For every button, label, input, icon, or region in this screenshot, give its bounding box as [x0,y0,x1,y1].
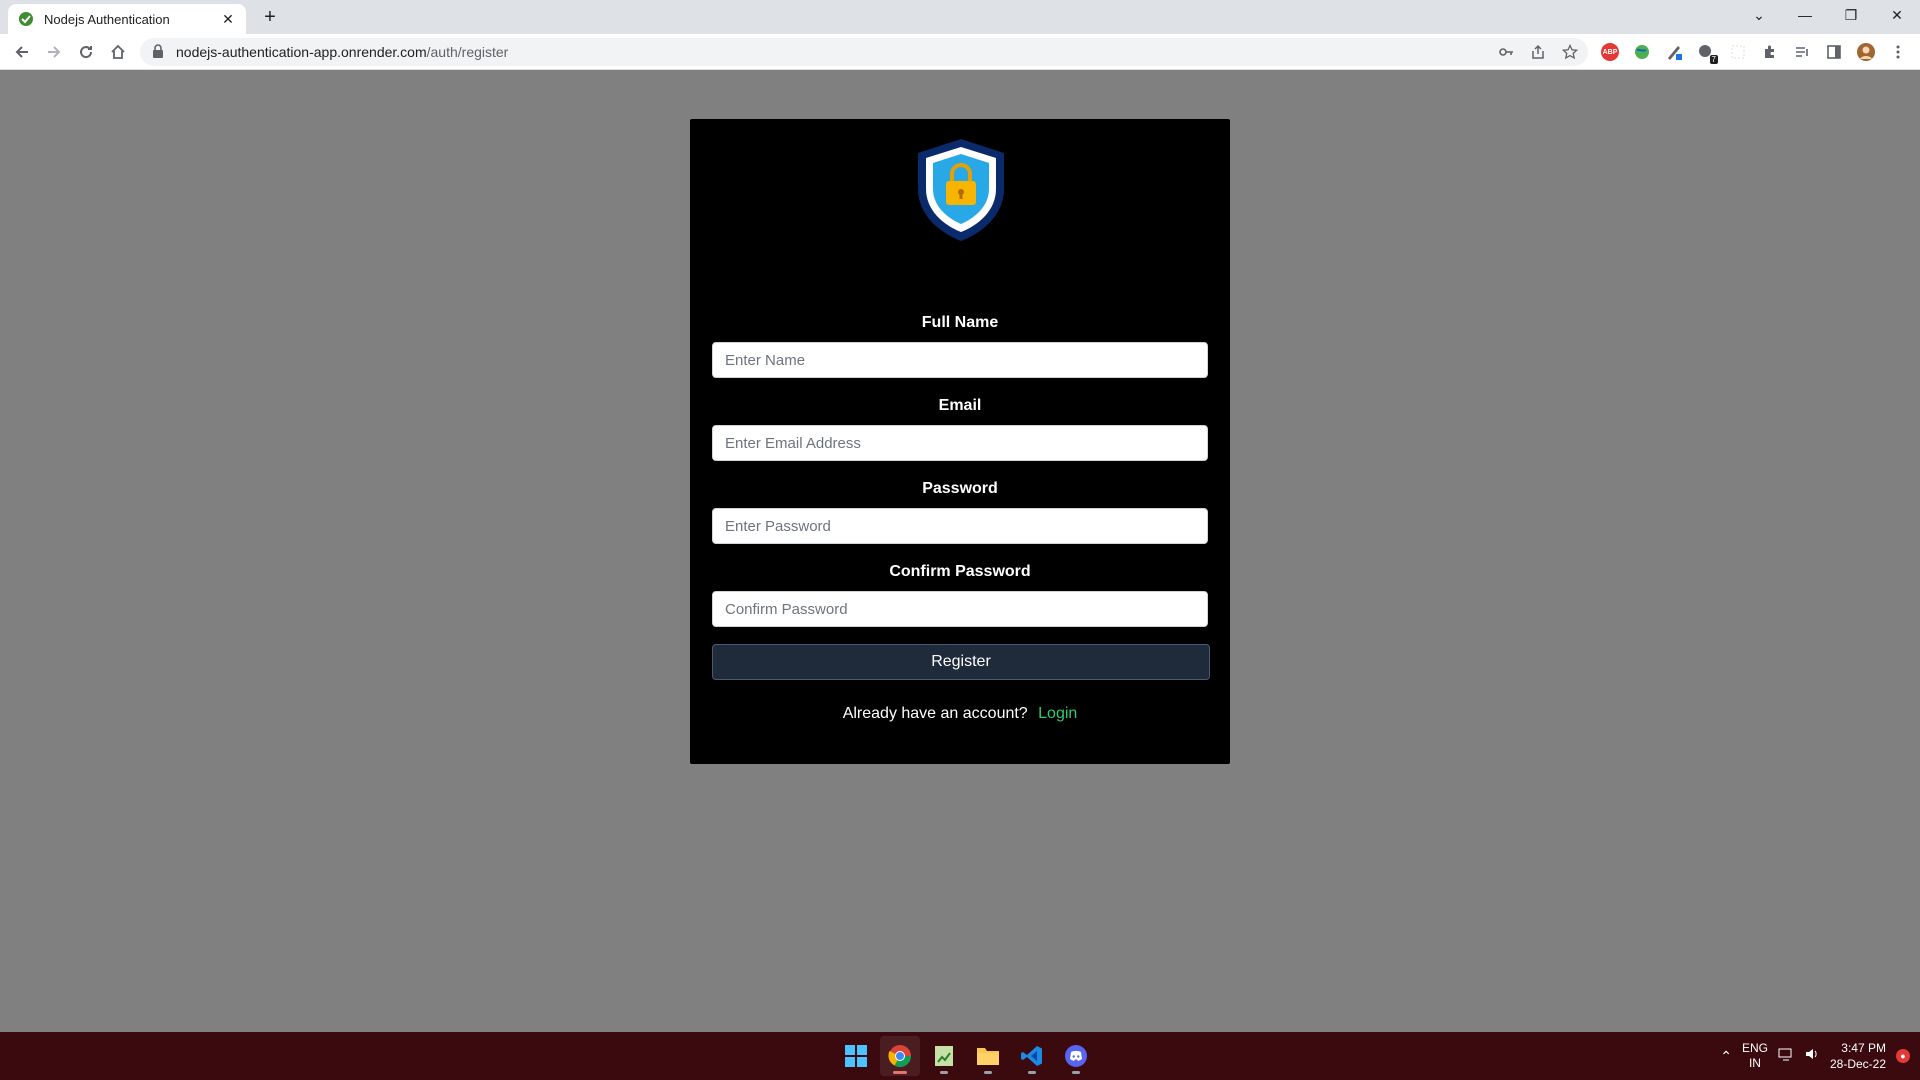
home-icon[interactable] [106,40,130,64]
address-bar[interactable]: nodejs-authentication-app.onrender.com/a… [140,38,1588,66]
taskbar-vscode-icon[interactable] [1012,1036,1052,1076]
network-icon[interactable] [1778,1046,1794,1067]
tab-title: Nodejs Authentication [44,11,170,27]
adblock-icon[interactable]: ABP [1598,40,1622,64]
share-icon[interactable] [1528,42,1548,62]
taskbar-sheet-app-icon[interactable] [924,1036,964,1076]
full-name-input[interactable] [712,342,1208,378]
url-text: nodejs-authentication-app.onrender.com/a… [176,44,508,60]
bookmark-star-icon[interactable] [1560,42,1580,62]
confirm-password-label: Confirm Password [889,563,1031,580]
taskbar-discord-icon[interactable] [1056,1036,1096,1076]
signin-prompt: Already have an account? Login [690,705,1230,723]
clock[interactable]: 3:47 PM 28-Dec-22 [1830,1040,1886,1072]
pen-extension-icon[interactable] [1662,40,1686,64]
tray-chevron-icon[interactable]: ⌃ [1720,1048,1732,1065]
back-icon[interactable] [10,40,34,64]
register-button[interactable]: Register [712,644,1210,680]
close-tab-icon[interactable]: ✕ [220,11,236,28]
password-label: Password [922,480,998,497]
volume-icon[interactable] [1804,1046,1820,1067]
full-name-label: Full Name [921,314,999,331]
browser-toolbar: nodejs-authentication-app.onrender.com/a… [0,34,1920,70]
minimize-icon[interactable]: — [1782,0,1828,30]
close-window-icon[interactable]: ✕ [1874,0,1920,30]
puzzle-icon[interactable] [1758,40,1782,64]
url-host: nodejs-authentication-app.onrender.com [176,44,427,60]
clock-time: 3:47 PM [1841,1041,1886,1055]
signin-text: Already have an account? [842,705,1028,722]
tab-search-icon[interactable]: ⌄ [1736,0,1782,30]
language-top: ENG [1741,1041,1768,1055]
email-input[interactable] [712,425,1208,461]
favicon-icon [18,11,34,27]
tab-strip: Nodejs Authentication ✕ + ⌄ — ❐ ✕ [0,0,1920,34]
password-input[interactable] [712,508,1208,544]
language-bottom: IN [1748,1056,1761,1070]
clock-date: 28-Dec-22 [1829,1057,1886,1071]
blank-extension-icon[interactable] [1726,40,1750,64]
world-extension-icon[interactable] [1630,40,1654,64]
key-icon[interactable] [1496,42,1516,62]
new-tab-icon[interactable]: + [258,5,282,29]
start-button[interactable] [836,1036,876,1076]
browser-tab[interactable]: Nodejs Authentication ✕ [8,4,246,34]
reload-icon[interactable] [74,40,98,64]
taskbar-chrome-icon[interactable] [880,1036,920,1076]
taskbar: ⌃ ENG IN 3:47 PM 28-Dec-22 ● [0,1032,1920,1080]
menu-kebab-icon[interactable] [1886,40,1910,64]
login-link[interactable]: Login [1038,705,1077,722]
lock-icon[interactable] [152,44,168,60]
confirm-password-input[interactable] [712,591,1208,627]
window-controls: ⌄ — ❐ ✕ [1736,0,1920,30]
media-list-icon[interactable] [1790,40,1814,64]
sidepanel-icon[interactable] [1822,40,1846,64]
badge-extension-icon[interactable]: 7 [1694,40,1718,64]
taskbar-file-explorer-icon[interactable] [968,1036,1008,1076]
url-path: /auth/register [426,44,509,60]
forward-icon[interactable] [42,40,66,64]
language-indicator[interactable]: ENG IN [1742,1041,1768,1071]
email-label: Email [938,397,982,414]
notification-icon[interactable]: ● [1896,1049,1910,1063]
profile-avatar[interactable] [1854,40,1878,64]
register-card: Full Name Email Password Confirm Passwor… [690,119,1230,764]
restore-icon[interactable]: ❐ [1828,0,1874,30]
shield-lock-logo-icon [914,137,1008,243]
